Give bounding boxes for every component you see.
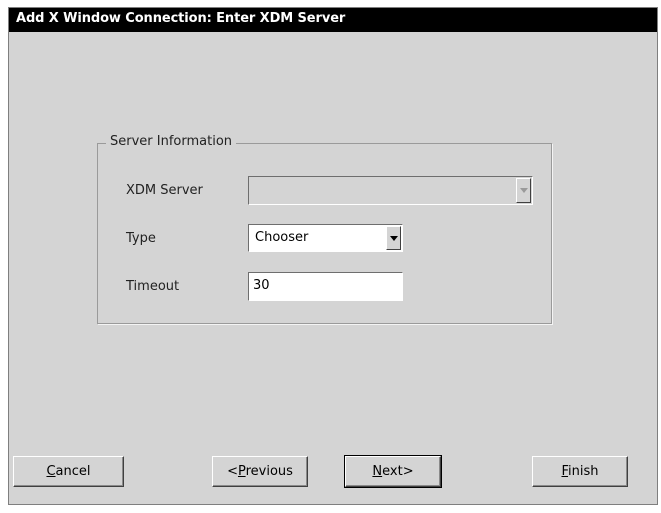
- cancel-label: ancel: [55, 464, 91, 479]
- previous-label: revious: [245, 464, 293, 479]
- previous-prefix: <: [227, 464, 238, 479]
- xdm-server-dropdown-button[interactable]: [516, 178, 531, 203]
- cancel-mnemonic: C: [46, 464, 56, 479]
- chevron-down-icon: [520, 188, 528, 193]
- group-title: Server Information: [106, 134, 237, 149]
- type-dropdown-button[interactable]: [386, 226, 401, 250]
- previous-button[interactable]: <Previous: [212, 456, 308, 487]
- previous-mnemonic: P: [237, 464, 246, 479]
- timeout-input[interactable]: 30: [248, 272, 403, 301]
- title-bar[interactable]: Add X Window Connection: Enter XDM Serve…: [9, 8, 657, 32]
- timeout-label: Timeout: [126, 279, 180, 294]
- chevron-down-icon: [390, 236, 398, 241]
- finish-label: inish: [568, 464, 599, 479]
- next-mnemonic: N: [372, 464, 383, 479]
- xdm-server-label: XDM Server: [126, 183, 203, 198]
- xdm-server-combobox[interactable]: [248, 176, 533, 205]
- finish-button[interactable]: Finish: [532, 456, 628, 487]
- cancel-button[interactable]: Cancel: [13, 456, 124, 487]
- window-title: Add X Window Connection: Enter XDM Serve…: [16, 11, 346, 26]
- type-combobox[interactable]: Chooser: [248, 224, 403, 252]
- next-label: ext>: [382, 464, 414, 479]
- next-button[interactable]: Next>: [344, 455, 442, 488]
- type-label: Type: [126, 231, 156, 246]
- type-value: Chooser: [255, 230, 309, 245]
